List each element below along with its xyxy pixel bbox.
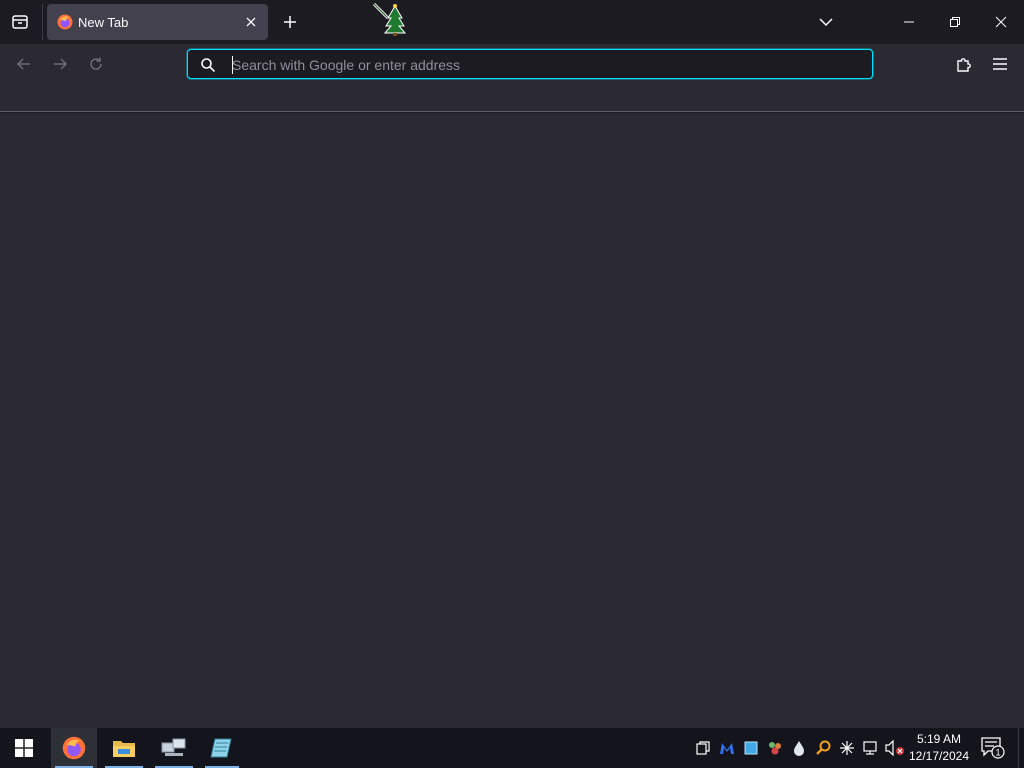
christmas-tree-cursor-icon bbox=[372, 2, 407, 36]
navigation-toolbar bbox=[0, 44, 1024, 84]
toolbar-spacer bbox=[0, 84, 1024, 112]
firefox-icon bbox=[57, 14, 73, 30]
notepad-icon bbox=[210, 738, 232, 758]
minimize-icon bbox=[904, 21, 914, 23]
puzzle-piece-icon bbox=[957, 58, 971, 72]
minimize-button[interactable] bbox=[886, 0, 932, 44]
firefox-icon bbox=[62, 736, 86, 760]
tray-people-icon[interactable] bbox=[766, 739, 784, 757]
tabstrip-divider bbox=[42, 4, 43, 40]
chevron-down-icon bbox=[819, 18, 833, 27]
clock-date: 12/17/2024 bbox=[908, 749, 970, 763]
plus-icon bbox=[284, 16, 296, 28]
window-icon bbox=[696, 741, 710, 755]
tray-window-icon[interactable] bbox=[694, 739, 712, 757]
tray-network-icon[interactable] bbox=[862, 739, 880, 757]
extensions-button[interactable] bbox=[948, 48, 980, 80]
tray-water-drop-icon[interactable] bbox=[790, 739, 808, 757]
page-content[interactable] bbox=[0, 113, 1024, 728]
hamburger-menu-icon bbox=[993, 58, 1007, 70]
asterisk-icon bbox=[840, 741, 854, 755]
new-tab-button[interactable] bbox=[276, 6, 304, 38]
firefox-view-icon bbox=[12, 15, 28, 29]
tray-malwarebytes-icon[interactable] bbox=[718, 739, 736, 757]
taskbar-notepad-app[interactable] bbox=[201, 728, 243, 768]
volume-muted-icon bbox=[885, 740, 904, 756]
arrow-right-icon bbox=[54, 58, 68, 70]
windows-logo-icon bbox=[15, 739, 33, 757]
reload-icon bbox=[90, 57, 102, 70]
tab-new-tab[interactable]: New Tab bbox=[47, 4, 268, 40]
tray-blue-square-icon[interactable] bbox=[742, 739, 760, 757]
forward-button[interactable] bbox=[44, 48, 76, 80]
blue-square-icon bbox=[744, 741, 758, 755]
restore-icon bbox=[950, 17, 960, 27]
clock-time: 5:19 AM bbox=[916, 732, 962, 746]
tab-title: New Tab bbox=[78, 15, 129, 30]
taskbar-firefox[interactable] bbox=[51, 728, 97, 768]
taskbar-clock[interactable]: 5:19 AM 12/17/2024 bbox=[904, 731, 974, 765]
notification-count: 1 bbox=[995, 748, 1000, 758]
close-icon bbox=[246, 17, 256, 27]
people-icon bbox=[769, 742, 781, 755]
tab-close-button[interactable] bbox=[242, 13, 260, 31]
show-desktop-button[interactable] bbox=[1018, 728, 1024, 768]
water-drop-icon bbox=[794, 741, 804, 756]
reload-button[interactable] bbox=[80, 48, 112, 80]
arrow-left-icon bbox=[16, 58, 30, 70]
address-input[interactable] bbox=[232, 54, 852, 76]
notification-icon: 1 bbox=[981, 737, 1005, 759]
taskbar: 5:19 AM 12/17/2024 1 bbox=[0, 728, 1024, 768]
action-center-button[interactable]: 1 bbox=[980, 736, 1006, 760]
address-bar[interactable] bbox=[187, 49, 873, 79]
tray-asterisk-icon[interactable] bbox=[838, 739, 856, 757]
close-icon bbox=[995, 16, 1007, 28]
start-button[interactable] bbox=[0, 728, 48, 768]
tray-volume-icon[interactable] bbox=[884, 739, 906, 757]
network-computers-icon bbox=[161, 738, 186, 756]
search-tool-icon bbox=[816, 740, 831, 755]
tray-search-tool-icon[interactable] bbox=[814, 739, 832, 757]
back-button[interactable] bbox=[8, 48, 40, 80]
search-icon bbox=[201, 58, 216, 73]
firefox-view-button[interactable] bbox=[4, 6, 36, 38]
malwarebytes-icon bbox=[720, 743, 734, 754]
folder-icon bbox=[113, 741, 135, 757]
tab-strip: New Tab bbox=[0, 0, 1024, 44]
list-all-tabs-button[interactable] bbox=[812, 8, 840, 36]
restore-button[interactable] bbox=[932, 0, 978, 44]
app-menu-button[interactable] bbox=[984, 48, 1016, 80]
network-icon bbox=[863, 741, 877, 755]
text-caret bbox=[232, 56, 233, 74]
close-window-button[interactable] bbox=[978, 0, 1024, 44]
taskbar-file-explorer[interactable] bbox=[101, 728, 147, 768]
taskbar-network-app[interactable] bbox=[151, 728, 197, 768]
